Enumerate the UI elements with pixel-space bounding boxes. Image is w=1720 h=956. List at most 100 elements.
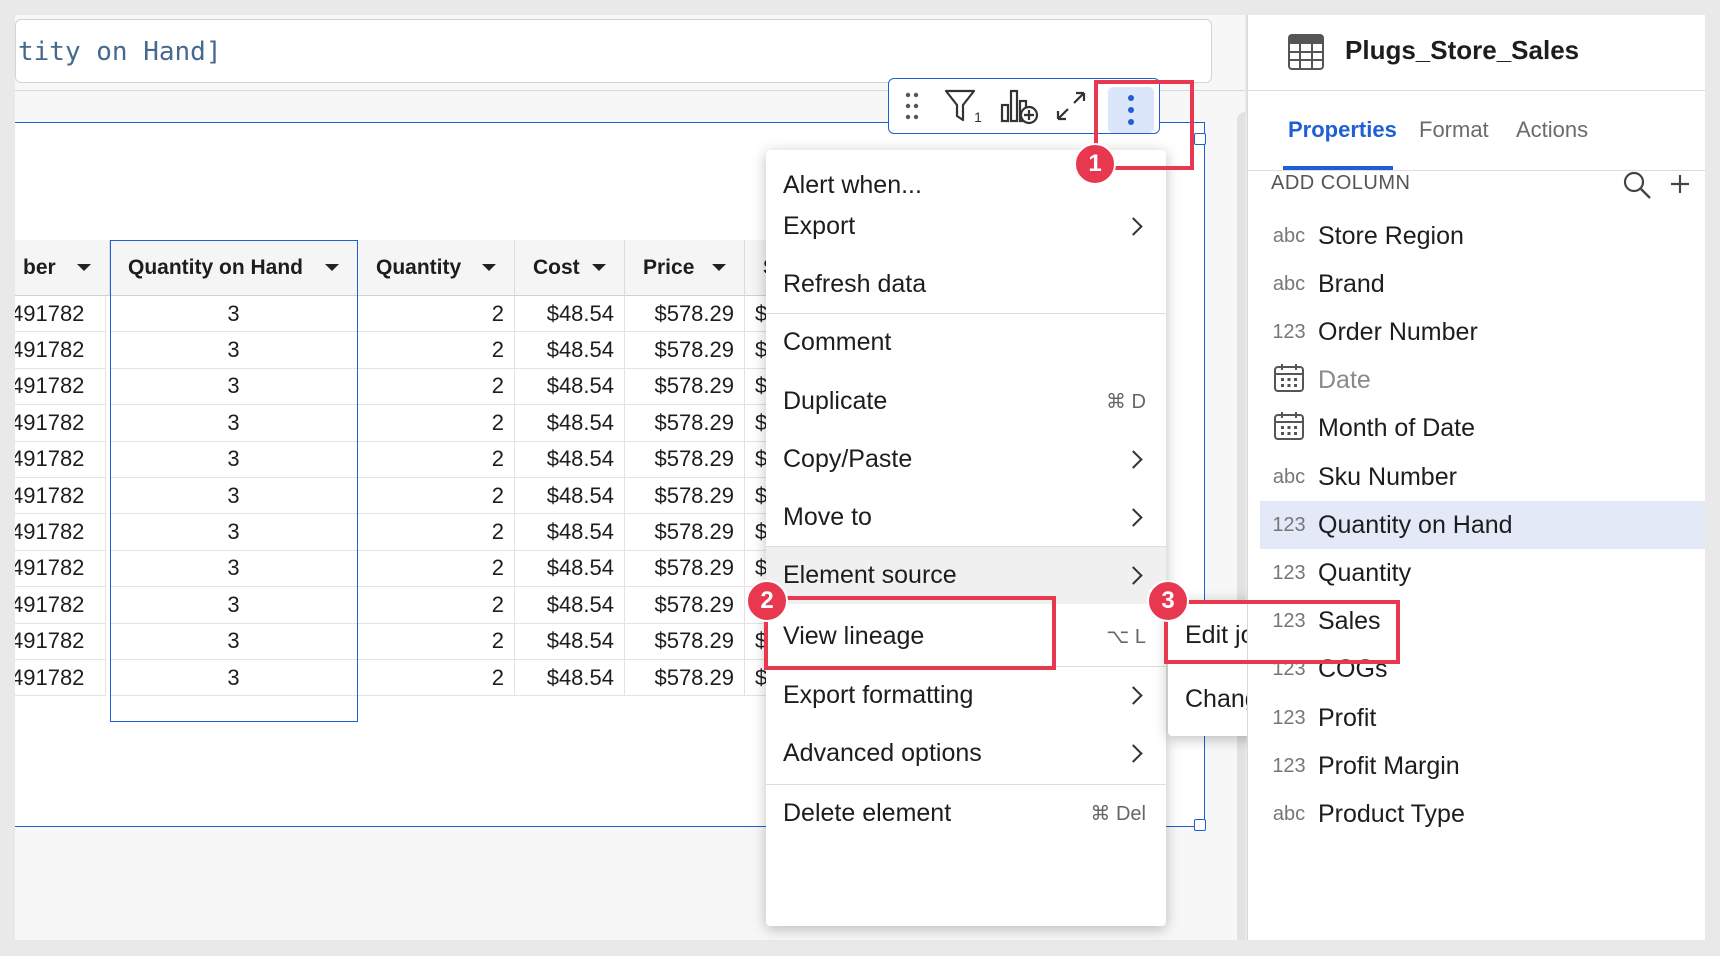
column-item-product-type[interactable]: abc Product Type [1260,790,1705,838]
table-cell[interactable]: 3 [110,405,358,442]
expand-icon[interactable] [1051,87,1091,125]
filter-icon[interactable]: 1 [941,87,985,125]
table-cell[interactable]: 3 [110,587,358,624]
menu-item-refresh-data[interactable]: Refresh data [766,255,1166,313]
table-cell[interactable]: 3 [110,660,358,697]
column-item-sku-number[interactable]: abc Sku Number [1260,453,1705,501]
menu-item-duplicate[interactable]: Duplicate ⌘ D [766,372,1166,430]
table-cell[interactable]: 2 [358,478,515,515]
menu-item-comment[interactable]: Comment [766,313,1166,371]
sort-caret-icon[interactable] [482,264,496,271]
table-cell[interactable]: 491782 [15,296,106,333]
sort-caret-icon[interactable] [712,264,726,271]
table-cell[interactable]: $578.29 [625,368,745,406]
search-icon[interactable] [1622,170,1652,205]
table-cell[interactable]: 2 [358,368,515,406]
table-cell[interactable]: 491782 [15,587,106,624]
table-cell[interactable]: 2 [358,441,515,478]
table-cell[interactable]: 491782 [15,368,106,406]
column-header[interactable]: ber [15,240,110,296]
table-cell[interactable]: $578.29 [625,296,745,333]
table-cell[interactable]: 3 [110,296,358,333]
vertical-scrollbar[interactable] [1237,112,1245,940]
menu-item-advanced-options[interactable]: Advanced options [766,724,1166,782]
table-cell[interactable]: 3 [110,441,358,478]
table-cell[interactable]: 2 [358,660,515,697]
resize-handle-bottom-right[interactable] [1194,819,1206,831]
table-cell[interactable]: $578.29 [625,660,745,697]
tab-properties[interactable]: Properties [1288,117,1397,143]
table-cell[interactable]: 2 [358,623,515,660]
column-item-order-number[interactable]: 123 Order Number [1260,308,1705,356]
table-cell[interactable]: 3 [110,514,358,551]
table-cell[interactable]: $48.54 [515,660,625,697]
sort-caret-icon[interactable] [325,264,339,271]
table-cell[interactable]: $578.29 [625,478,745,515]
tab-actions[interactable]: Actions [1516,117,1588,143]
column-header[interactable]: Price [625,240,745,296]
menu-item-export[interactable]: Export [766,197,1166,255]
resize-handle-top-right[interactable] [1194,133,1206,145]
table-cell[interactable]: $48.54 [515,405,625,442]
table-cell[interactable]: $578.29 [625,514,745,551]
table-cell[interactable]: 3 [110,368,358,406]
drag-handle-icon[interactable] [901,87,923,125]
table-cell[interactable]: $578.29 [625,332,745,369]
table-cell[interactable]: 3 [110,623,358,660]
table-cell[interactable]: 491782 [15,332,106,369]
table-cell[interactable]: 491782 [15,441,106,478]
menu-item-copy-paste[interactable]: Copy/Paste [766,430,1166,488]
tab-format[interactable]: Format [1419,117,1489,143]
table-cell[interactable]: $578.29 [625,623,745,660]
table-cell[interactable]: 491782 [15,405,106,442]
column-name: Profit Margin [1318,751,1460,780]
table-cell[interactable]: 491782 [15,550,106,588]
table-cell[interactable]: $578.29 [625,587,745,624]
column-header[interactable]: Quantity on Hand [110,240,358,296]
table-cell[interactable]: 491782 [15,660,106,697]
table-cell[interactable]: 3 [110,332,358,369]
table-cell[interactable]: 2 [358,550,515,588]
column-header[interactable]: Cost [515,240,625,296]
table-cell[interactable]: $578.29 [625,405,745,442]
menu-item-move-to[interactable]: Move to [766,488,1166,546]
table-cell[interactable]: $48.54 [515,550,625,588]
table-cell[interactable]: 3 [110,550,358,588]
column-item-brand[interactable]: abc Brand [1260,260,1705,308]
table-cell[interactable]: $48.54 [515,587,625,624]
table-cell[interactable]: 2 [358,332,515,369]
column-header[interactable]: Quantity [358,240,515,296]
column-item-quantity[interactable]: 123 Quantity [1260,549,1705,597]
column-item-date[interactable]: Date [1260,357,1705,405]
table-cell[interactable]: $48.54 [515,441,625,478]
column-item-month-of-date[interactable]: Month of Date [1260,405,1705,453]
formula-bar[interactable]: tity on Hand] [15,19,1212,83]
formula-text[interactable]: tity on Hand] [18,37,222,67]
table-cell[interactable]: 491782 [15,478,106,515]
table-cell[interactable]: $578.29 [625,441,745,478]
table-cell[interactable]: $48.54 [515,368,625,406]
sort-caret-icon[interactable] [77,264,91,271]
table-cell[interactable]: $48.54 [515,514,625,551]
add-column-icon[interactable] [1668,172,1692,201]
column-item-profit-margin[interactable]: 123 Profit Margin [1260,742,1705,790]
menu-item-delete-element[interactable]: Delete element ⌘ Del [766,784,1166,842]
column-item-profit[interactable]: 123 Profit [1260,694,1705,742]
table-cell[interactable]: 3 [110,478,358,515]
table-cell[interactable]: 2 [358,514,515,551]
table-cell[interactable]: $48.54 [515,478,625,515]
table-cell[interactable]: $48.54 [515,332,625,369]
table-cell[interactable]: 2 [358,296,515,333]
column-item-quantity-on-hand[interactable]: 123 Quantity on Hand [1260,501,1705,550]
menu-item-export-formatting[interactable]: Export formatting [766,666,1166,724]
table-cell[interactable]: $48.54 [515,623,625,660]
table-cell[interactable]: 2 [358,587,515,624]
table-cell[interactable]: 491782 [15,514,106,551]
sort-caret-icon[interactable] [592,264,606,271]
table-cell[interactable]: $578.29 [625,550,745,588]
table-cell[interactable]: $48.54 [515,296,625,333]
column-item-store-region[interactable]: abc Store Region [1260,212,1705,260]
add-chart-icon[interactable] [997,87,1041,125]
table-cell[interactable]: 491782 [15,623,106,660]
table-cell[interactable]: 2 [358,405,515,442]
